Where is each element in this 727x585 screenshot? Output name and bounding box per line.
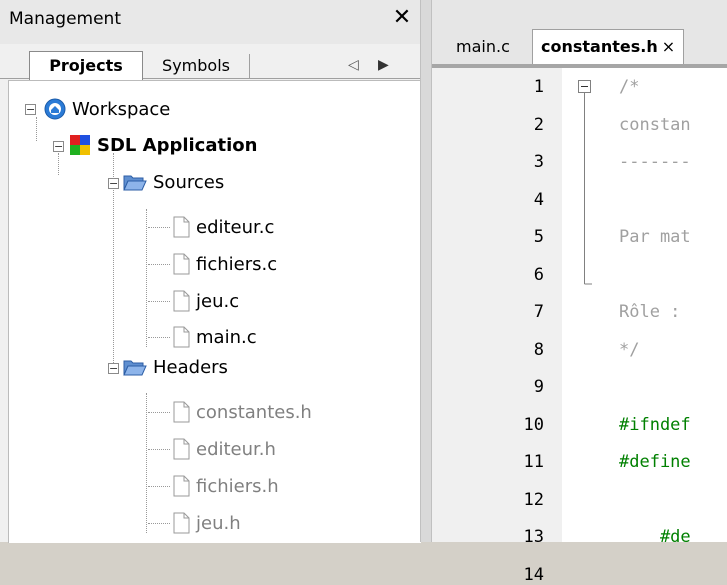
collapse-icon[interactable]: −: [53, 141, 64, 152]
line-number: 4: [533, 189, 544, 210]
tree-guide: [36, 117, 37, 141]
project-icon: [70, 135, 90, 155]
line-number-gutter: 1 2 3 4 5 6 7 8 9 10 11 12 13 14: [432, 68, 563, 585]
line-number: 12: [523, 489, 544, 510]
tree-guide: [148, 301, 170, 302]
file-icon: [173, 253, 190, 275]
tree-item-file[interactable]: jeu.c: [173, 287, 239, 315]
tree-item-file[interactable]: fichiers.c: [173, 250, 277, 278]
tree-guide: [148, 486, 170, 487]
tree-item-label: editeur.c: [196, 216, 275, 238]
fold-markers: [578, 80, 592, 285]
close-icon[interactable]: ✕: [389, 5, 415, 31]
management-tabs: Projects Symbols ◁ ▶: [0, 44, 420, 80]
tree-item-file[interactable]: jeu.h: [173, 509, 241, 537]
tab-label: main.c: [456, 37, 510, 56]
tab-scroll-left-icon[interactable]: ◁: [348, 57, 359, 73]
tree-item-label: constantes.h: [196, 401, 312, 423]
code-line: #define: [619, 452, 691, 472]
line-number: 13: [523, 527, 544, 547]
tab-constantes-h[interactable]: constantes.h ×: [532, 29, 685, 64]
management-title: Management: [9, 9, 121, 29]
fold-margin: [562, 68, 597, 542]
file-icon: [173, 512, 190, 534]
panel-splitter[interactable]: [420, 0, 432, 542]
tree-guide: [148, 523, 170, 524]
code-line: #ifndef: [619, 414, 691, 435]
tree-guide: [148, 449, 170, 450]
code-line: -------: [619, 152, 691, 172]
tree-item-label: jeu.h: [196, 512, 241, 534]
code-editor: main.c constantes.h × 1 2 3 4 5 6 7 8 9 10 11 12 13 14…: [432, 0, 727, 585]
editor-tabs: main.c constantes.h ×: [432, 0, 727, 65]
tree-item-project[interactable]: SDL Application: [69, 131, 257, 159]
tree-item-file[interactable]: main.c: [173, 323, 257, 351]
folder-open-icon: [123, 360, 147, 376]
tree-item-sources-folder[interactable]: Sources: [123, 168, 224, 196]
code-area[interactable]: /* constan ------- Par mat Rôle : */ #ifndef #d…: [597, 68, 727, 542]
tree-item-label: Headers: [153, 356, 228, 378]
line-number: 3: [533, 152, 544, 172]
tree-guide: [58, 153, 59, 175]
code-line: */: [619, 339, 640, 360]
tree-item-label: SDL Application: [97, 134, 258, 156]
tab-symbols[interactable]: Symbols: [143, 54, 250, 78]
code-line: #de: [619, 527, 691, 542]
tree-guide: [148, 337, 170, 338]
collapse-icon[interactable]: −: [108, 363, 119, 374]
workspace-icon: [44, 98, 66, 120]
tree-item-file[interactable]: editeur.c: [173, 213, 274, 241]
tree-item-file[interactable]: editeur.h: [173, 435, 276, 463]
collapse-icon[interactable]: −: [108, 178, 119, 189]
tab-scroll-right-icon[interactable]: ▶: [378, 57, 389, 73]
tree-guide: [146, 393, 147, 533]
line-number: 1: [533, 77, 544, 97]
folder-open-icon: [123, 175, 147, 191]
file-icon: [173, 290, 190, 312]
line-number: 8: [533, 339, 544, 360]
tree-item-file[interactable]: constantes.h: [173, 398, 312, 426]
line-number: 14: [523, 564, 544, 585]
tree-item-label: Sources: [153, 171, 225, 193]
file-icon: [173, 401, 190, 423]
tab-label: constantes.h: [541, 37, 658, 56]
tree-item-workspace[interactable]: Workspace: [44, 95, 170, 123]
code-line: /*: [619, 77, 640, 97]
tree-guide: [148, 227, 170, 228]
tree-guide: [148, 264, 170, 265]
project-tree: − Workspace − SDL Application − Sources …: [8, 80, 421, 543]
tree-item-label: main.c: [196, 326, 257, 348]
line-number: 10: [523, 414, 544, 435]
tree-item-label: fichiers.h: [196, 475, 279, 497]
code-line: Rôle :: [619, 302, 681, 322]
line-number: 6: [533, 264, 544, 285]
tree-item-headers-folder[interactable]: Headers: [123, 353, 228, 381]
management-title-bar: Management ✕: [0, 0, 420, 44]
file-icon: [173, 326, 190, 348]
tree-guide: [146, 209, 147, 347]
tab-projects[interactable]: Projects: [29, 51, 143, 80]
line-number: 2: [533, 114, 544, 135]
close-tab-icon[interactable]: ×: [662, 37, 675, 56]
code-line: Par mat: [619, 227, 691, 247]
code-line: constan: [619, 114, 691, 135]
tree-guide: [148, 412, 170, 413]
tree-item-label: Workspace: [72, 98, 171, 120]
collapse-icon[interactable]: −: [25, 104, 36, 115]
management-panel: Management ✕ Projects Symbols ◁ ▶ − Work…: [0, 0, 421, 543]
file-icon: [173, 438, 190, 460]
tree-item-label: fichiers.c: [196, 253, 278, 275]
file-icon: [173, 216, 190, 238]
line-number: 9: [533, 377, 544, 397]
file-icon: [173, 475, 190, 497]
line-number: 11: [523, 452, 544, 472]
tree-item-label: jeu.c: [196, 290, 240, 312]
line-number: 5: [533, 227, 544, 247]
tab-main-c[interactable]: main.c: [448, 30, 518, 63]
tree-item-file[interactable]: fichiers.h: [173, 472, 279, 500]
line-number: 7: [533, 302, 544, 322]
tree-item-label: editeur.h: [196, 438, 276, 460]
